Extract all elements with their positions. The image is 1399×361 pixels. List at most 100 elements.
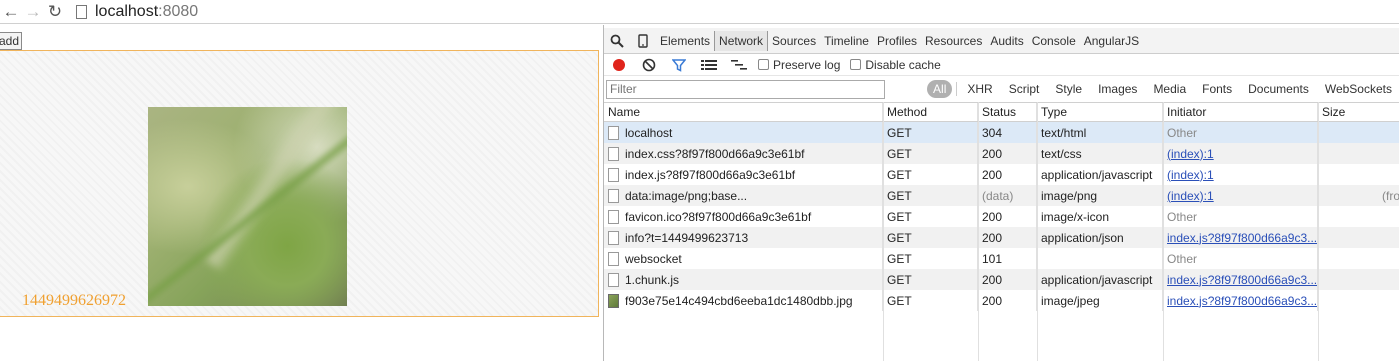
clear-icon[interactable] [634,54,664,76]
filter-icon[interactable] [664,54,694,76]
request-status-cell-text: 200 [982,293,1003,308]
file-icon [608,146,619,161]
request-type-cell-text: text/css [1041,146,1082,161]
app-container: 1449499626972 [0,50,599,317]
add-button[interactable]: add [0,32,23,50]
tab-angularjs[interactable]: AngularJS [1080,31,1143,51]
tab-timeline[interactable]: Timeline [820,31,873,51]
type-filter-images[interactable]: Images [1090,80,1145,98]
initiator-link[interactable]: (index):1 [1167,147,1214,161]
request-method-cell: GET [883,185,978,206]
tab-resources[interactable]: Resources [921,31,986,51]
table-row[interactable]: favicon.ico?8f97f800d66a9c3e61bf GET 200 im… [604,206,1399,227]
request-type-cell-text: text/html [1041,125,1087,140]
request-method-cell-text: GET [887,230,912,245]
request-name-cell: data:image/png;base... [604,185,883,206]
request-type-cell-text: application/javascript [1041,167,1153,182]
table-row[interactable]: 1.chunk.js GET 200 application/javascript in… [604,269,1399,290]
request-initiator-cell: (index):1 [1163,143,1318,164]
table-row[interactable]: index.js?8f97f800d66a9c3e61bf GET 200 appli… [604,164,1399,185]
browser-toolbar: ← → ↻ localhost:8080 [0,0,1399,24]
initiator-link[interactable]: index.js?8f97f800d66a9c3... [1167,231,1317,245]
column-header-method[interactable]: Method [883,103,978,121]
network-toolbar: Preserve log Disable cache [604,54,1399,76]
type-filter-script[interactable]: Script [1001,80,1048,98]
request-method-cell: GET [883,164,978,185]
list-view-icon[interactable] [694,54,724,76]
request-status-cell-text: (data) [982,188,1014,203]
request-type-cell: text/css [1037,143,1163,164]
request-initiator-cell: index.js?8f97f800d66a9c3... [1163,227,1318,248]
column-header-size[interactable]: Size [1318,103,1399,121]
type-filter-media[interactable]: Media [1145,80,1194,98]
address-bar[interactable]: localhost:8080 [95,3,198,21]
tab-console[interactable]: Console [1028,31,1080,51]
request-type-cell: application/javascript [1037,269,1163,290]
url-port: :8080 [158,2,199,20]
devtools-panel: Elements Network Sources Timeline Profil… [603,25,1399,361]
table-row[interactable]: localhost GET 304 text/html Other [604,122,1399,143]
table-row[interactable]: info?t=1449499623713 GET 200 application/js… [604,227,1399,248]
record-icon[interactable] [604,54,634,76]
back-button[interactable]: ← [0,1,22,23]
type-filter-fonts[interactable]: Fonts [1194,80,1240,98]
request-type-cell: image/png [1037,185,1163,206]
initiator-link[interactable]: (index):1 [1167,168,1214,182]
request-status-cell: 200 [978,143,1037,164]
request-type-cell-text: application/javascript [1041,272,1153,287]
forward-button[interactable]: → [22,1,44,23]
table-row[interactable]: index.css?8f97f800d66a9c3e61bf GET 200 text… [604,143,1399,164]
request-initiator-cell-text: Other [1167,209,1198,224]
file-icon [608,251,619,266]
column-header-initiator[interactable]: Initiator [1163,103,1318,121]
initiator-link[interactable]: (index):1 [1167,189,1214,203]
request-type-cell-text: application/json [1041,230,1124,245]
column-header-type[interactable]: Type [1037,103,1163,121]
table-body: localhost GET 304 text/html Other index.css?8… [604,122,1399,311]
reload-button[interactable]: ↻ [44,1,66,23]
leaf-photo [148,107,347,306]
request-name-cell-text: websocket [625,251,682,266]
request-status-cell-text: 200 [982,167,1003,182]
column-header-status[interactable]: Status [978,103,1037,121]
column-header-name[interactable]: Name [604,103,883,121]
request-method-cell: GET [883,248,978,269]
request-method-cell-text: GET [887,167,912,182]
table-row[interactable]: data:image/png;base... GET (data) image/png… [604,185,1399,206]
initiator-link[interactable]: index.js?8f97f800d66a9c3... [1167,273,1317,287]
type-filter-websockets[interactable]: WebSockets [1317,80,1399,98]
table-row[interactable]: websocket GET 101 Other [604,248,1399,269]
overview-icon[interactable] [724,54,754,76]
inspect-icon[interactable] [604,29,630,53]
page-viewport: add 1449499626972 [0,25,603,361]
request-status-cell-text: 200 [982,230,1003,245]
type-filter-documents[interactable]: Documents [1240,80,1317,98]
preserve-log-checkbox[interactable]: Preserve log [758,58,840,72]
tab-audits[interactable]: Audits [986,31,1027,51]
request-method-cell: GET [883,122,978,143]
request-size-cell [1318,164,1399,185]
filter-divider [956,82,958,96]
tab-profiles[interactable]: Profiles [873,31,921,51]
devtools-tabbar: Elements Network Sources Timeline Profil… [604,28,1399,54]
type-filter-style[interactable]: Style [1047,80,1090,98]
filter-input[interactable] [606,79,886,99]
tab-elements[interactable]: Elements [656,31,714,51]
tab-network[interactable]: Network [714,30,769,51]
file-icon [608,188,619,203]
file-icon [608,272,619,287]
request-name-cell-text: index.css?8f97f800d66a9c3e61bf [625,146,805,161]
request-initiator-cell: Other [1163,206,1318,227]
table-row[interactable]: f903e75e14c494cbd6eeba1dc1480dbb.jpg GET 2… [604,290,1399,311]
type-filter-all[interactable]: All [927,80,953,98]
tab-sources[interactable]: Sources [768,31,820,51]
disable-cache-checkbox[interactable]: Disable cache [850,58,941,72]
request-method-cell: GET [883,227,978,248]
checkbox-box[interactable] [758,59,769,70]
device-mode-icon[interactable] [630,29,656,53]
request-method-cell-text: GET [887,209,912,224]
checkbox-box[interactable] [850,59,862,70]
request-status-cell: (data) [978,185,1037,206]
initiator-link[interactable]: index.js?8f97f800d66a9c3... [1167,294,1317,308]
type-filter-xhr[interactable]: XHR [959,80,1000,98]
